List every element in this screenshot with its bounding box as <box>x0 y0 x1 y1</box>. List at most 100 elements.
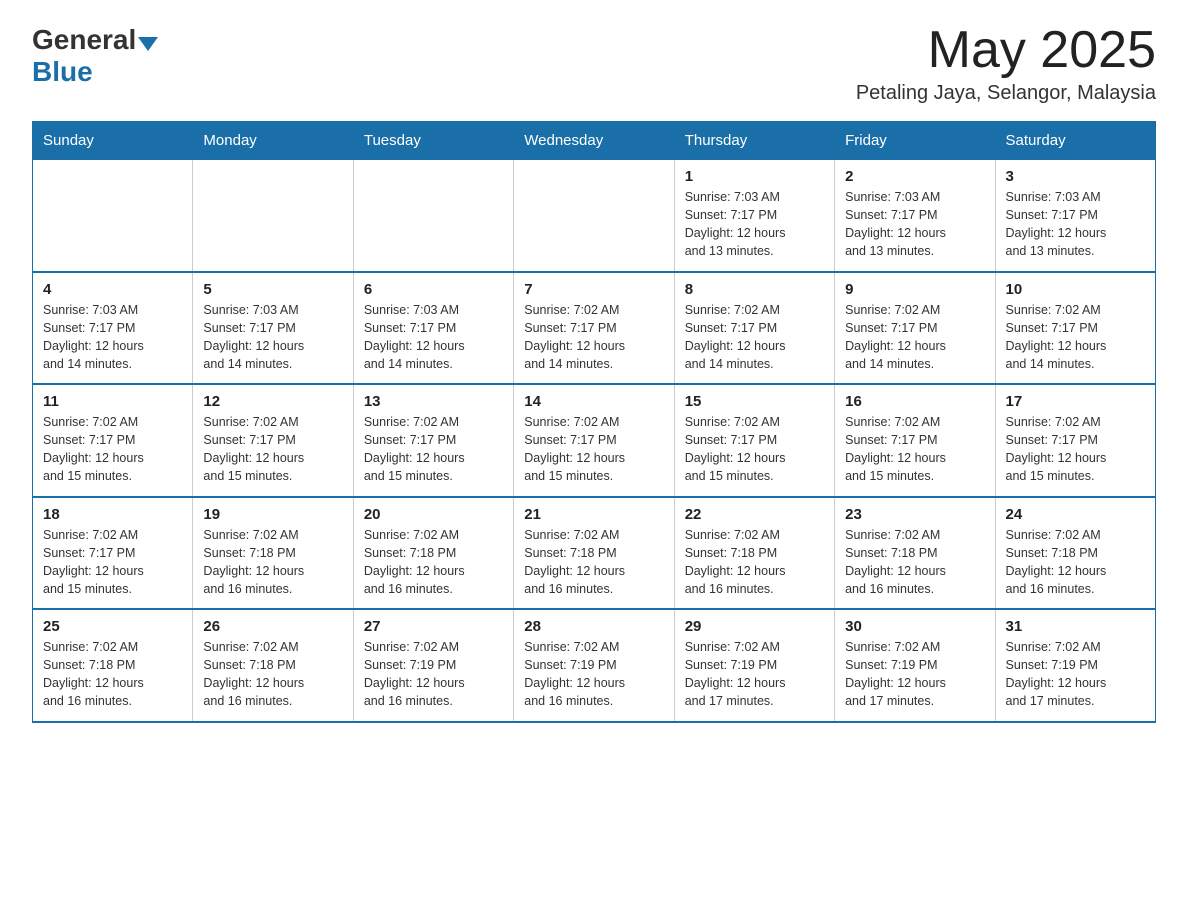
calendar-cell: 23 Sunrise: 7:02 AM Sunset: 7:18 PM Dayli… <box>835 497 995 610</box>
calendar-cell: 26 Sunrise: 7:02 AM Sunset: 7:18 PM Dayli… <box>193 609 353 722</box>
calendar-cell: 8 Sunrise: 7:02 AM Sunset: 7:17 PM Daylig… <box>674 272 834 385</box>
day-info: Sunrise: 7:03 AM Sunset: 7:17 PM Dayligh… <box>685 188 824 261</box>
calendar-cell <box>193 160 353 272</box>
day-info: Sunrise: 7:02 AM Sunset: 7:17 PM Dayligh… <box>1006 413 1145 486</box>
day-number: 31 <box>1006 618 1145 635</box>
calendar-cell: 30 Sunrise: 7:02 AM Sunset: 7:19 PM Dayli… <box>835 609 995 722</box>
day-info: Sunrise: 7:02 AM Sunset: 7:18 PM Dayligh… <box>203 638 342 711</box>
day-number: 21 <box>524 506 663 523</box>
calendar-cell: 13Sunrise: 7:02 AM Sunset: 7:17 PM Dayli… <box>353 384 513 497</box>
logo-general-text: General <box>32 24 136 56</box>
calendar-cell: 31 Sunrise: 7:02 AM Sunset: 7:19 PM Dayli… <box>995 609 1155 722</box>
day-info: Sunrise: 7:02 AM Sunset: 7:17 PM Dayligh… <box>524 301 663 374</box>
day-info: Sunrise: 7:02 AM Sunset: 7:17 PM Dayligh… <box>203 413 342 486</box>
logo-blue-text: Blue <box>32 56 93 88</box>
day-info: Sunrise: 7:03 AM Sunset: 7:17 PM Dayligh… <box>203 301 342 374</box>
day-number: 19 <box>203 506 342 523</box>
logo-arrow-icon <box>138 37 158 51</box>
calendar-cell <box>353 160 513 272</box>
day-info: Sunrise: 7:02 AM Sunset: 7:18 PM Dayligh… <box>364 526 503 599</box>
day-number: 29 <box>685 618 824 635</box>
day-info: Sunrise: 7:02 AM Sunset: 7:17 PM Dayligh… <box>845 301 984 374</box>
day-info: Sunrise: 7:03 AM Sunset: 7:17 PM Dayligh… <box>43 301 182 374</box>
calendar-cell: 27Sunrise: 7:02 AM Sunset: 7:19 PM Dayli… <box>353 609 513 722</box>
calendar-cell: 22 Sunrise: 7:02 AM Sunset: 7:18 PM Dayli… <box>674 497 834 610</box>
day-info: Sunrise: 7:02 AM Sunset: 7:17 PM Dayligh… <box>43 526 182 599</box>
calendar-cell: 19 Sunrise: 7:02 AM Sunset: 7:18 PM Dayli… <box>193 497 353 610</box>
day-number: 14 <box>524 393 663 410</box>
calendar-cell: 9 Sunrise: 7:02 AM Sunset: 7:17 PM Daylig… <box>835 272 995 385</box>
logo: General Blue <box>32 24 160 88</box>
day-info: Sunrise: 7:02 AM Sunset: 7:18 PM Dayligh… <box>1006 526 1145 599</box>
day-number: 6 <box>364 281 503 298</box>
day-number: 23 <box>845 506 984 523</box>
day-number: 15 <box>685 393 824 410</box>
day-number: 26 <box>203 618 342 635</box>
day-info: Sunrise: 7:03 AM Sunset: 7:17 PM Dayligh… <box>364 301 503 374</box>
calendar-cell: 15 Sunrise: 7:02 AM Sunset: 7:17 PM Dayli… <box>674 384 834 497</box>
day-info: Sunrise: 7:02 AM Sunset: 7:18 PM Dayligh… <box>685 526 824 599</box>
day-of-week-header: Thursday <box>674 122 834 160</box>
day-number: 20 <box>364 506 503 523</box>
header-right: May 2025 Petaling Jaya, Selangor, Malays… <box>856 24 1156 105</box>
calendar-cell <box>33 160 193 272</box>
calendar-cell: 21 Sunrise: 7:02 AM Sunset: 7:18 PM Dayli… <box>514 497 674 610</box>
day-info: Sunrise: 7:02 AM Sunset: 7:18 PM Dayligh… <box>203 526 342 599</box>
month-title: May 2025 <box>856 24 1156 76</box>
day-number: 22 <box>685 506 824 523</box>
day-info: Sunrise: 7:02 AM Sunset: 7:19 PM Dayligh… <box>1006 638 1145 711</box>
calendar-cell: 10 Sunrise: 7:02 AM Sunset: 7:17 PM Dayli… <box>995 272 1155 385</box>
day-number: 9 <box>845 281 984 298</box>
day-number: 25 <box>43 618 182 635</box>
day-number: 12 <box>203 393 342 410</box>
calendar-cell: 2 Sunrise: 7:03 AM Sunset: 7:17 PM Daylig… <box>835 160 995 272</box>
calendar-cell: 29 Sunrise: 7:02 AM Sunset: 7:19 PM Dayli… <box>674 609 834 722</box>
day-of-week-header: Wednesday <box>514 122 674 160</box>
calendar-cell: 6 Sunrise: 7:03 AM Sunset: 7:17 PM Daylig… <box>353 272 513 385</box>
calendar-cell: 7 Sunrise: 7:02 AM Sunset: 7:17 PM Daylig… <box>514 272 674 385</box>
day-number: 7 <box>524 281 663 298</box>
calendar-cell: 3Sunrise: 7:03 AM Sunset: 7:17 PM Daylig… <box>995 160 1155 272</box>
day-number: 11 <box>43 393 182 410</box>
day-info: Sunrise: 7:02 AM Sunset: 7:18 PM Dayligh… <box>845 526 984 599</box>
calendar-cell: 18 Sunrise: 7:02 AM Sunset: 7:17 PM Dayli… <box>33 497 193 610</box>
day-info: Sunrise: 7:02 AM Sunset: 7:17 PM Dayligh… <box>43 413 182 486</box>
day-of-week-header: Saturday <box>995 122 1155 160</box>
day-info: Sunrise: 7:03 AM Sunset: 7:17 PM Dayligh… <box>845 188 984 261</box>
day-info: Sunrise: 7:02 AM Sunset: 7:19 PM Dayligh… <box>845 638 984 711</box>
day-of-week-header: Monday <box>193 122 353 160</box>
calendar-cell: 4 Sunrise: 7:03 AM Sunset: 7:17 PM Daylig… <box>33 272 193 385</box>
calendar-cell: 14Sunrise: 7:02 AM Sunset: 7:17 PM Dayli… <box>514 384 674 497</box>
day-info: Sunrise: 7:02 AM Sunset: 7:19 PM Dayligh… <box>524 638 663 711</box>
calendar-cell <box>514 160 674 272</box>
location-text: Petaling Jaya, Selangor, Malaysia <box>856 82 1156 105</box>
day-info: Sunrise: 7:02 AM Sunset: 7:17 PM Dayligh… <box>685 413 824 486</box>
calendar-cell: 1Sunrise: 7:03 AM Sunset: 7:17 PM Daylig… <box>674 160 834 272</box>
calendar-cell: 11 Sunrise: 7:02 AM Sunset: 7:17 PM Dayli… <box>33 384 193 497</box>
day-of-week-header: Tuesday <box>353 122 513 160</box>
day-info: Sunrise: 7:02 AM Sunset: 7:17 PM Dayligh… <box>364 413 503 486</box>
calendar-cell: 28 Sunrise: 7:02 AM Sunset: 7:19 PM Dayli… <box>514 609 674 722</box>
day-number: 5 <box>203 281 342 298</box>
day-number: 10 <box>1006 281 1145 298</box>
calendar-cell: 12 Sunrise: 7:02 AM Sunset: 7:17 PM Dayli… <box>193 384 353 497</box>
day-info: Sunrise: 7:02 AM Sunset: 7:17 PM Dayligh… <box>845 413 984 486</box>
day-of-week-header: Sunday <box>33 122 193 160</box>
day-number: 4 <box>43 281 182 298</box>
day-info: Sunrise: 7:02 AM Sunset: 7:17 PM Dayligh… <box>1006 301 1145 374</box>
day-info: Sunrise: 7:02 AM Sunset: 7:19 PM Dayligh… <box>364 638 503 711</box>
day-number: 18 <box>43 506 182 523</box>
day-info: Sunrise: 7:02 AM Sunset: 7:19 PM Dayligh… <box>685 638 824 711</box>
page-header: General Blue May 2025 Petaling Jaya, Sel… <box>32 24 1156 105</box>
day-number: 30 <box>845 618 984 635</box>
calendar-cell: 25Sunrise: 7:02 AM Sunset: 7:18 PM Dayli… <box>33 609 193 722</box>
calendar-cell: 16Sunrise: 7:02 AM Sunset: 7:17 PM Dayli… <box>835 384 995 497</box>
day-info: Sunrise: 7:02 AM Sunset: 7:18 PM Dayligh… <box>524 526 663 599</box>
calendar-header-row: SundayMondayTuesdayWednesdayThursdayFrid… <box>33 122 1156 160</box>
day-info: Sunrise: 7:02 AM Sunset: 7:17 PM Dayligh… <box>685 301 824 374</box>
day-number: 28 <box>524 618 663 635</box>
day-number: 24 <box>1006 506 1145 523</box>
day-number: 8 <box>685 281 824 298</box>
day-number: 3 <box>1006 168 1145 185</box>
day-number: 2 <box>845 168 984 185</box>
